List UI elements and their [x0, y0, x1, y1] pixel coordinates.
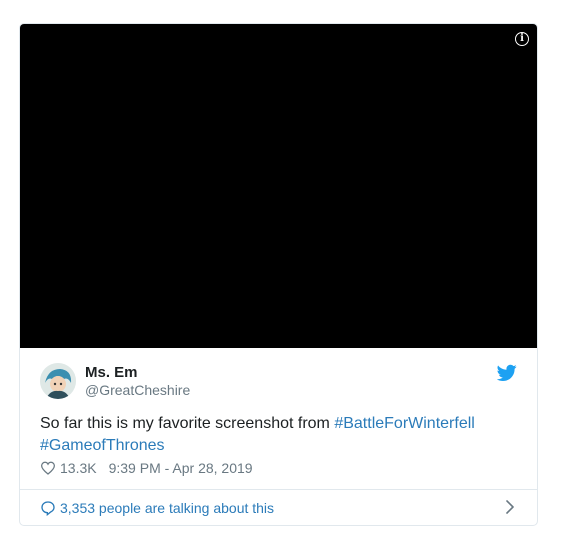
author-handle[interactable]: @GreatCheshire [85, 382, 190, 398]
twitter-bird-icon[interactable] [497, 364, 517, 382]
tweet-meta: 13.3K 9:39 PM - Apr 28, 2019 [40, 460, 253, 476]
speech-bubble-icon [41, 501, 55, 516]
info-icon[interactable]: i [515, 32, 529, 46]
hashtag-link[interactable]: #BattleForWinterfell [334, 415, 475, 432]
media-video[interactable]: i [20, 24, 537, 348]
like-count[interactable]: 13.3K [60, 460, 97, 476]
embedded-tweet-card: i Ms. Em @GreatCheshire So far this is m… [19, 23, 538, 526]
heart-icon[interactable] [40, 461, 56, 475]
author-name[interactable]: Ms. Em [85, 364, 138, 381]
tweet-text-plain: So far this is my favorite screenshot fr… [40, 415, 335, 432]
conversation-link-label[interactable]: 3,353 people are talking about this [60, 500, 274, 516]
hashtag-link[interactable]: #GameofThrones [40, 437, 165, 454]
avatar[interactable] [40, 363, 76, 399]
tweet-text: So far this is my favorite screenshot fr… [40, 413, 510, 457]
conversation-link[interactable]: 3,353 people are talking about this [40, 500, 274, 516]
timestamp[interactable]: 9:39 PM - Apr 28, 2019 [109, 460, 253, 476]
divider [20, 489, 537, 490]
chevron-right-icon[interactable] [505, 499, 515, 515]
